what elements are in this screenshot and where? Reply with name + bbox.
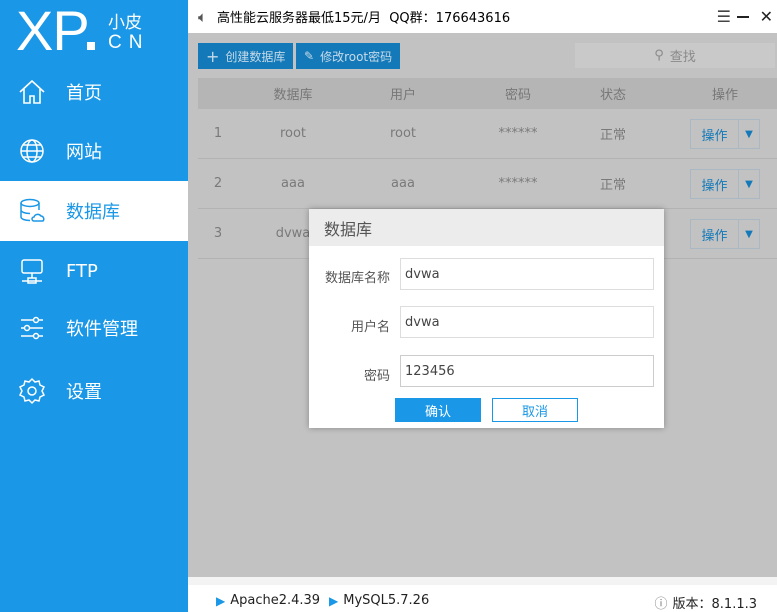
cell-password: ****** <box>478 159 558 208</box>
logo-sub: 小皮 <box>108 8 142 33</box>
cell-password: ****** <box>478 109 558 158</box>
header-action: 操作 <box>690 78 760 109</box>
mysql-label: MySQL5.7.26 <box>343 593 429 608</box>
header-database: 数据库 <box>258 78 328 109</box>
caret-down-icon[interactable]: ▼ <box>739 120 759 148</box>
gear-icon <box>18 377 46 405</box>
top-bar: 🔈︎ 高性能云服务器最低15元/月 QQ群：176643616 ☰ ✕ <box>188 0 777 33</box>
sidebar-label: 网站 <box>66 138 102 164</box>
sidebar: XP 小皮 CN 首页 网站 数据库 FTP 软件管理 设置 <box>0 0 188 612</box>
apache-status[interactable]: ▶ Apache2.4.39 <box>216 593 320 608</box>
modify-root-password-button[interactable]: ✎ 修改root密码 <box>296 43 400 69</box>
cell-user: aaa <box>368 159 438 208</box>
sidebar-label: 软件管理 <box>66 315 138 341</box>
info-icon: ⓘ <box>655 593 668 612</box>
cell-status: 正常 <box>583 159 643 208</box>
mysql-status[interactable]: ▶ MySQL5.7.26 <box>329 593 429 608</box>
sidebar-label: 首页 <box>66 79 102 105</box>
field-label: 用户名 <box>351 316 390 335</box>
header-status: 状态 <box>583 78 643 109</box>
version-info: ⓘ 版本：8.1.1.3 <box>655 593 758 612</box>
sidebar-item-home[interactable]: 首页 <box>0 62 188 122</box>
table-row: 1 root root ****** 正常 操作▼ <box>198 109 777 159</box>
header-password: 密码 <box>478 78 558 109</box>
sidebar-label: FTP <box>66 261 98 282</box>
play-icon: ▶ <box>216 594 225 608</box>
database-dialog: 数据库 数据库名称 dvwa 用户名 dvwa 密码 123456 确认 取消 <box>309 209 664 428</box>
home-icon <box>18 79 46 105</box>
table-row: 2 aaa aaa ****** 正常 操作▼ <box>198 159 777 209</box>
play-icon: ▶ <box>329 594 338 608</box>
database-name-input[interactable]: dvwa <box>400 258 654 290</box>
field-label: 数据库名称 <box>325 267 390 286</box>
close-icon[interactable]: ✕ <box>760 7 773 26</box>
sidebar-item-website[interactable]: 网站 <box>0 121 188 181</box>
cell-database: aaa <box>258 159 328 208</box>
globe-icon <box>18 137 46 165</box>
caret-down-icon[interactable]: ▼ <box>739 220 759 248</box>
cell-index: 2 <box>208 159 228 208</box>
server-icon <box>18 257 46 285</box>
status-bar: ▶ Apache2.4.39 ▶ MySQL5.7.26 ⓘ 版本：8.1.1.3 <box>188 577 777 612</box>
version-label: 版本：8.1.1.3 <box>673 593 757 612</box>
menu-icon[interactable]: ☰ <box>717 7 731 26</box>
cell-status: 正常 <box>583 109 643 158</box>
action-dropdown[interactable]: 操作▼ <box>690 219 760 249</box>
dialog-title: 数据库 <box>309 209 664 246</box>
cell-database: root <box>258 109 328 158</box>
button-label: 创建数据库 <box>225 48 285 65</box>
sliders-icon <box>18 314 46 342</box>
logo-sub2: CN <box>108 32 149 54</box>
create-database-button[interactable]: + 创建数据库 <box>198 43 293 69</box>
search-icon: ⚲ <box>654 48 664 63</box>
cancel-button[interactable]: 取消 <box>492 398 578 422</box>
sidebar-item-database[interactable]: 数据库 <box>0 181 188 241</box>
action-button[interactable]: 操作 <box>691 120 739 148</box>
cell-index: 3 <box>208 209 228 258</box>
sidebar-item-settings[interactable]: 设置 <box>0 361 188 421</box>
action-dropdown[interactable]: 操作▼ <box>690 169 760 199</box>
logo-text: XP <box>16 2 89 60</box>
field-label: 密码 <box>364 365 390 384</box>
search-placeholder: 查找 <box>670 46 696 65</box>
header-user: 用户 <box>368 78 438 109</box>
sidebar-label: 数据库 <box>66 198 120 224</box>
database-icon <box>18 197 46 225</box>
plus-icon: + <box>206 47 219 66</box>
sidebar-label: 设置 <box>66 378 102 404</box>
sidebar-item-ftp[interactable]: FTP <box>0 241 188 301</box>
logo-dot <box>87 42 95 50</box>
pencil-icon: ✎ <box>304 49 314 63</box>
username-input[interactable]: dvwa <box>400 306 654 338</box>
search-input[interactable]: ⚲ 查找 <box>575 43 775 68</box>
sidebar-item-software[interactable]: 软件管理 <box>0 298 188 358</box>
cell-index: 1 <box>208 109 228 158</box>
table-header: 数据库 用户 密码 状态 操作 <box>198 78 777 109</box>
apache-label: Apache2.4.39 <box>230 593 320 608</box>
announcement[interactable]: 高性能云服务器最低15元/月 QQ群：176643616 <box>217 7 510 26</box>
action-button[interactable]: 操作 <box>691 220 739 248</box>
minimize-icon[interactable] <box>737 16 749 18</box>
cell-user: root <box>368 109 438 158</box>
caret-down-icon[interactable]: ▼ <box>739 170 759 198</box>
speaker-icon: 🔈︎ <box>198 8 207 26</box>
action-dropdown[interactable]: 操作▼ <box>690 119 760 149</box>
action-button[interactable]: 操作 <box>691 170 739 198</box>
password-input[interactable]: 123456 <box>400 355 654 387</box>
confirm-button[interactable]: 确认 <box>395 398 481 422</box>
button-label: 修改root密码 <box>320 48 392 65</box>
